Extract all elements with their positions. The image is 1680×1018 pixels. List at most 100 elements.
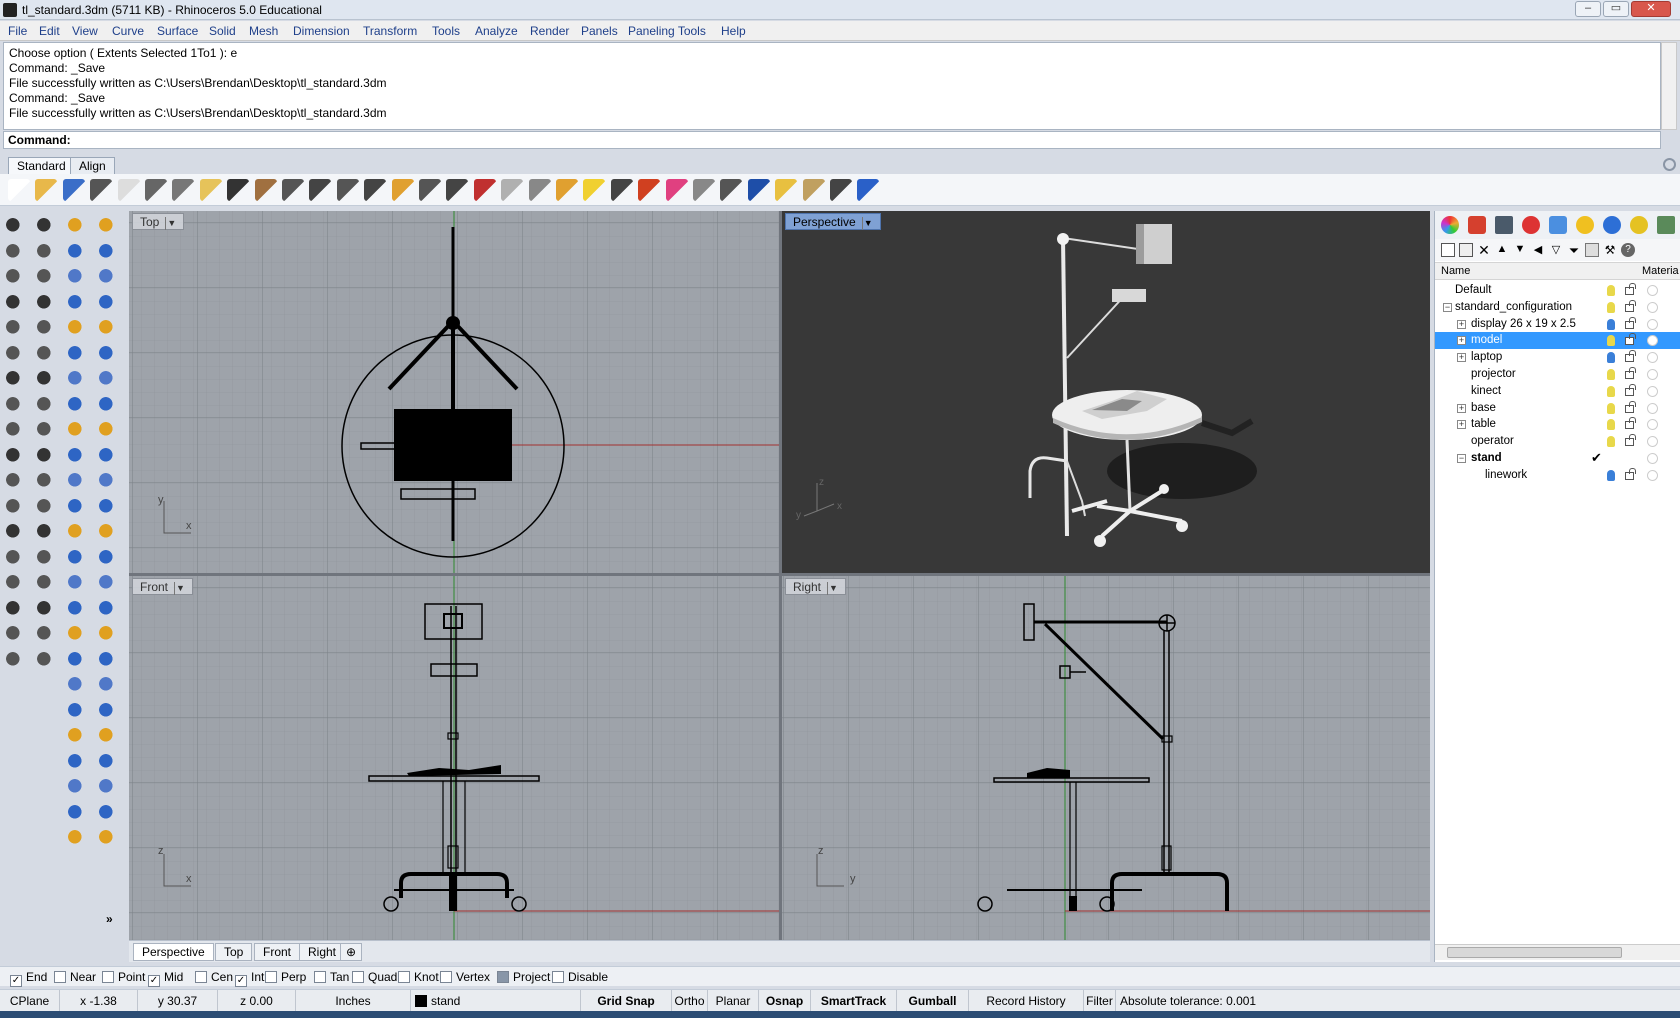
circle-icon[interactable]	[4, 369, 26, 391]
menu-analyze[interactable]: Analyze	[475, 24, 518, 38]
sphere-icon[interactable]	[66, 828, 88, 850]
move-icon[interactable]	[97, 344, 119, 366]
new-icon[interactable]	[8, 179, 30, 201]
layer-row[interactable]: Default	[1435, 282, 1680, 299]
layer-visible-bulb-icon[interactable]	[1607, 436, 1615, 448]
grid-snap-toggle[interactable]: Grid Snap	[581, 990, 672, 1012]
minimize-button[interactable]: –	[1575, 1, 1601, 17]
layer-visible-bulb-icon[interactable]	[1607, 318, 1615, 330]
car-wireframe-icon[interactable]	[501, 179, 524, 201]
menu-surface[interactable]: Surface	[157, 24, 198, 38]
box-icon[interactable]	[35, 344, 57, 366]
chevron-down-icon[interactable]: ▼	[165, 217, 177, 230]
layer-row[interactable]: kinect	[1435, 383, 1680, 400]
dimension-icon[interactable]	[830, 179, 852, 201]
cone-icon[interactable]	[97, 242, 119, 264]
viewport-front[interactable]: Front ▼ z x	[129, 576, 779, 940]
mesh-icon[interactable]	[97, 318, 119, 340]
layer-material-icon[interactable]	[1647, 385, 1658, 397]
gumball-toggle[interactable]: Gumball	[897, 990, 969, 1012]
revolve-icon[interactable]	[35, 318, 57, 340]
line-icon[interactable]	[97, 548, 119, 570]
mirror-icon[interactable]	[97, 446, 119, 468]
loft-icon[interactable]	[66, 726, 88, 748]
viewport-label-right[interactable]: Right ▼	[785, 578, 847, 595]
print-icon[interactable]	[90, 179, 113, 201]
layer-visible-bulb-icon[interactable]	[1607, 335, 1615, 347]
materials-tab-icon[interactable]	[1549, 216, 1567, 234]
osnap-near[interactable]: Near	[54, 970, 96, 984]
units-status[interactable]: Inches	[296, 990, 411, 1012]
help-icon[interactable]: ?	[1621, 243, 1635, 257]
more-tools-icon[interactable]: »	[106, 912, 113, 926]
smarttrack-toggle[interactable]: SmartTrack	[811, 990, 897, 1012]
extend-icon[interactable]	[66, 522, 88, 544]
boolean-icon[interactable]	[97, 293, 119, 315]
fillet-icon[interactable]	[97, 752, 119, 774]
osnap-int[interactable]: ✓ Int	[235, 970, 264, 987]
curve-icon[interactable]	[66, 242, 88, 264]
osnap-project[interactable]: Project	[497, 970, 550, 984]
menu-mesh[interactable]: Mesh	[249, 24, 278, 38]
layer-lock-icon[interactable]	[1625, 400, 1636, 413]
layer-lock-icon[interactable]	[1625, 434, 1636, 447]
offset-icon[interactable]	[4, 497, 26, 519]
properties-icon[interactable]	[775, 179, 798, 201]
menu-paneling-tools[interactable]: Paneling Tools	[628, 24, 706, 38]
layer-lock-icon[interactable]	[1625, 350, 1636, 363]
rectangle-icon[interactable]	[4, 420, 26, 442]
checkbox[interactable]: ✓	[235, 975, 247, 987]
boolean-icon[interactable]	[35, 471, 57, 493]
rotate-camera-icon[interactable]	[419, 179, 441, 201]
options-icon[interactable]	[802, 179, 825, 201]
surface-icon[interactable]	[66, 675, 88, 697]
chevron-down-icon[interactable]: ▼	[861, 217, 874, 230]
render-icon[interactable]	[747, 179, 770, 201]
filter-toggle[interactable]: Filter	[1084, 990, 1116, 1012]
four-viewports-icon[interactable]	[446, 179, 469, 201]
cylinder-icon[interactable]	[35, 395, 57, 417]
move-down-icon[interactable]: ▼	[1513, 243, 1527, 257]
move-icon[interactable]	[35, 522, 57, 544]
help-icon[interactable]	[857, 179, 880, 201]
layer-row[interactable]: − standard_configuration	[1435, 299, 1680, 316]
surface-icon[interactable]	[35, 216, 57, 238]
close-button[interactable]: ✕	[1631, 1, 1671, 17]
sweep-icon[interactable]	[66, 752, 88, 774]
join-icon[interactable]	[4, 599, 26, 621]
layer-horizontal-scrollbar[interactable]	[1435, 944, 1680, 960]
rendered-sphere-icon[interactable]	[720, 179, 743, 201]
copy-icon[interactable]	[97, 369, 119, 391]
select-icon[interactable]	[66, 216, 88, 238]
menu-edit[interactable]: Edit	[39, 24, 60, 38]
command-line[interactable]: Command:	[3, 131, 1661, 149]
command-input[interactable]	[76, 133, 1576, 147]
column-material[interactable]: Materia	[1642, 265, 1679, 277]
group-icon[interactable]	[66, 650, 88, 672]
vp-tab-front[interactable]: Front	[254, 943, 301, 961]
line-icon[interactable]	[4, 267, 26, 289]
split-icon[interactable]	[66, 573, 88, 595]
layer-row[interactable]: operator	[1435, 433, 1680, 450]
curve-icon[interactable]	[97, 522, 119, 544]
revolve-icon[interactable]	[66, 777, 88, 799]
cplane-status[interactable]: CPlane	[0, 990, 60, 1012]
layer-row[interactable]: + model	[1435, 332, 1680, 350]
scale-icon[interactable]	[35, 599, 57, 621]
move-out-icon[interactable]: ◀	[1531, 243, 1545, 257]
move-in-icon[interactable]: ▽	[1549, 243, 1563, 257]
open-icon[interactable]	[35, 179, 58, 201]
tools-icon[interactable]: ⚒	[1603, 243, 1617, 257]
select-icon[interactable]	[4, 216, 26, 238]
pan-icon[interactable]	[254, 179, 277, 201]
checkbox[interactable]	[352, 971, 364, 983]
maximize-button[interactable]: ▭	[1603, 1, 1629, 17]
lock-icon[interactable]	[610, 179, 633, 201]
chevron-down-icon[interactable]: ▼	[827, 582, 839, 595]
grid-icon[interactable]	[528, 179, 551, 201]
help-tab-icon[interactable]	[1630, 216, 1648, 234]
collapse-icon[interactable]: −	[1443, 302, 1452, 312]
layer-lock-icon[interactable]	[1625, 283, 1636, 295]
checkbox[interactable]	[265, 971, 277, 983]
environment-tab-icon[interactable]	[1603, 216, 1621, 234]
